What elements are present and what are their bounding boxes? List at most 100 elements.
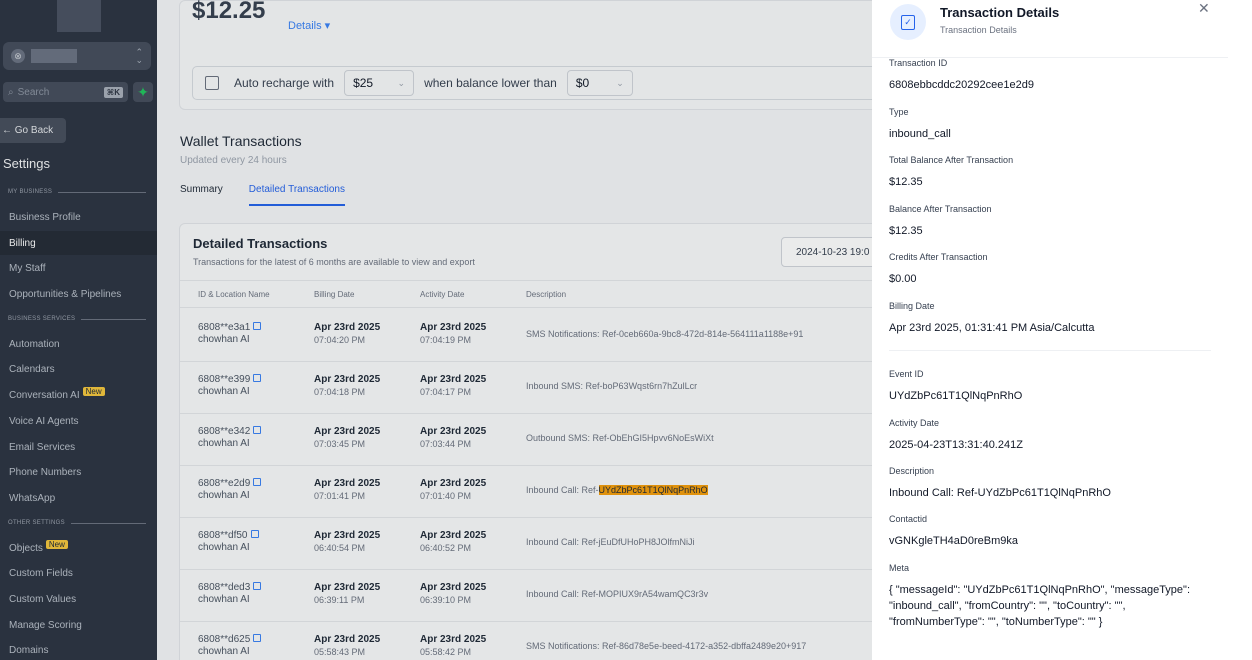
go-back-button[interactable]: ← Go Back <box>0 118 66 143</box>
table-header: ID & Location Name Billing Date Activity… <box>180 280 872 308</box>
threshold-select[interactable]: $0 ⌄ <box>566 70 633 96</box>
sidebar-item-calendars[interactable]: Calendars <box>0 357 157 381</box>
sidebar-item-voice-ai[interactable]: Voice AI Agents <box>0 409 157 433</box>
table-row[interactable]: 6808**e3a1 chowhan AI Apr 23rd 2025 07:04:… <box>180 310 872 362</box>
calendar-icon <box>205 76 219 90</box>
description-label: Description <box>889 466 935 476</box>
wallet-transactions-subtitle: Updated every 24 hours <box>180 155 287 166</box>
table-row[interactable]: 6808**e342 chowhan AI Apr 23rd 2025 07:03:… <box>180 414 872 466</box>
tab-summary[interactable]: Summary <box>180 184 223 206</box>
location-icon: ⊗ <box>11 49 25 63</box>
sidebar-item-phone-numbers[interactable]: Phone Numbers <box>0 460 157 484</box>
quick-add-button[interactable]: ✦ <box>133 82 153 102</box>
total-balance-label: Total Balance After Transaction <box>889 155 1014 165</box>
copy-icon[interactable] <box>253 478 262 486</box>
event-id-value: UYdZbPc61T1QlNqPnRhO <box>889 390 1023 402</box>
panel-title: Transaction Details <box>940 5 1060 20</box>
detailed-transactions-subtitle: Transactions for the latest of 6 months … <box>193 257 475 267</box>
type-value: inbound_call <box>889 128 951 140</box>
details-link[interactable]: Details ▾ <box>288 19 330 32</box>
search-input[interactable]: ⌕ Search ⌘K <box>3 82 128 102</box>
sidebar-item-whatsapp[interactable]: WhatsApp <box>0 486 157 510</box>
conversation-ai-label: Conversation AI <box>9 389 80 401</box>
sidebar-item-domains[interactable]: Domains <box>0 638 157 660</box>
activity-date-value: 2025-04-23T13:31:40.241Z <box>889 439 1023 451</box>
sidebar-item-custom-values[interactable]: Custom Values <box>0 587 157 611</box>
balance-value: $12.35 <box>889 225 923 237</box>
col-description: Description <box>526 290 567 299</box>
location-name-redacted <box>31 49 77 63</box>
transaction-id-label: Transaction ID <box>889 58 948 68</box>
contact-id-label: Contactid <box>889 514 928 524</box>
sidebar-item-my-staff[interactable]: My Staff <box>0 256 157 280</box>
tab-detailed-transactions[interactable]: Detailed Transactions <box>248 184 345 206</box>
copy-icon[interactable] <box>250 530 259 538</box>
sidebar-item-manage-scoring[interactable]: Manage Scoring <box>0 613 157 637</box>
panel-divider <box>889 350 1211 351</box>
sidebar-item-business-profile[interactable]: Business Profile <box>0 205 157 229</box>
meta-value: { "messageId": "UYdZbPc61T1QlNqPnRhO", "… <box>889 584 1191 628</box>
table-row-selected[interactable]: 6808**e2d9 chowhan AI Apr 23rd 2025 07:01:… <box>180 466 872 518</box>
type-label: Type <box>889 107 909 117</box>
sidebar-item-objects[interactable]: Objects New <box>0 536 157 560</box>
contact-id-value: vGNKgleTH4aD0reBm9ka <box>889 535 1018 547</box>
table-row[interactable]: 6808**ded3 chowhan AI Apr 23rd 2025 06:39:… <box>180 570 872 622</box>
copy-icon[interactable] <box>253 634 262 642</box>
meta-label: Meta <box>889 563 910 573</box>
recharge-amount-select[interactable]: $25 ⌄ <box>344 70 415 96</box>
clipboard-check-icon: ✓ <box>901 14 915 30</box>
close-icon[interactable]: ✕ <box>1198 0 1210 17</box>
transaction-id-value: 6808ebbcddc20292cee1e2d9 <box>889 79 1034 91</box>
sidebar-item-custom-fields[interactable]: Custom Fields <box>0 561 157 585</box>
sidebar-item-email-services[interactable]: Email Services <box>0 435 157 459</box>
event-id-label: Event ID <box>889 369 924 379</box>
auto-recharge-row: Auto recharge with $25 ⌄ when balance low… <box>192 66 872 100</box>
copy-icon[interactable] <box>253 374 262 382</box>
credits-value: $0.00 <box>889 273 917 285</box>
sidebar-item-automation[interactable]: Automation <box>0 332 157 356</box>
main-content: $12.25 Details ▾ Auto recharge with $25 ⌄… <box>157 0 872 660</box>
date-range-picker[interactable]: 2024-10-23 19:0 <box>781 237 872 267</box>
copy-icon[interactable] <box>253 582 262 590</box>
search-row: ⌕ Search ⌘K ✦ <box>3 82 153 102</box>
transaction-icon-wrap: ✓ <box>890 4 926 40</box>
transaction-tabs: Summary Detailed Transactions <box>180 184 345 206</box>
col-billing-date: Billing Date <box>314 290 355 299</box>
section-business-services: BUSINESS SERVICES <box>8 316 146 322</box>
search-shortcut: ⌘K <box>103 86 123 98</box>
transaction-details-panel: ✓ Transaction Details Transaction Detail… <box>872 0 1252 660</box>
section-other-settings: OTHER SETTINGS <box>8 520 146 526</box>
sidebar-item-billing[interactable]: Billing <box>0 231 157 255</box>
new-badge: New <box>45 539 68 549</box>
credits-label: Credits After Transaction <box>889 252 988 262</box>
search-placeholder: Search <box>17 86 50 98</box>
col-activity-date: Activity Date <box>420 290 465 299</box>
detailed-transactions-title: Detailed Transactions <box>193 236 328 251</box>
company-logo[interactable] <box>57 0 101 32</box>
wallet-balance-card: $12.25 Details ▾ Auto recharge with $25 ⌄… <box>179 0 872 110</box>
sidebar-item-opportunities[interactable]: Opportunities & Pipelines <box>0 282 157 306</box>
total-balance-value: $12.35 <box>889 176 923 188</box>
detailed-transactions-card: Detailed Transactions Transactions for t… <box>179 223 872 660</box>
recharge-prefix: Auto recharge with <box>234 76 335 90</box>
copy-icon[interactable] <box>253 426 262 434</box>
table-row[interactable]: 6808**e399 chowhan AI Apr 23rd 2025 07:04:… <box>180 362 872 414</box>
location-switcher[interactable]: ⊗ ⌃ ⌄ <box>3 42 151 70</box>
panel-header: ✓ Transaction Details Transaction Detail… <box>872 0 1228 58</box>
chevron-updown-icon: ⌃ ⌄ <box>135 47 143 65</box>
objects-label: Objects <box>9 542 43 554</box>
highlighted-ref: UYdZbPc61T1QlNqPnRhO <box>598 485 708 495</box>
description-value: Inbound Call: Ref-UYdZbPc61T1QlNqPnRhO <box>889 487 1111 499</box>
sidebar: ⊗ ⌃ ⌄ ⌕ Search ⌘K ✦ ← Go Back Settings MY… <box>0 0 157 660</box>
new-badge: New <box>82 386 105 396</box>
sidebar-item-conversation-ai[interactable]: Conversation AI New <box>0 383 157 407</box>
panel-subtitle: Transaction Details <box>940 25 1017 35</box>
billing-date-value: Apr 23rd 2025, 01:31:41 PM Asia/Calcutta <box>889 322 1095 334</box>
activity-date-label: Activity Date <box>889 418 940 428</box>
billing-date-label: Billing Date <box>889 301 935 311</box>
table-row[interactable]: 6808**df50 chowhan AI Apr 23rd 2025 06:40:… <box>180 518 872 570</box>
section-my-business: MY BUSINESS <box>8 189 146 195</box>
recharge-mid: when balance lower than <box>424 76 557 90</box>
copy-icon[interactable] <box>253 322 262 330</box>
table-row[interactable]: 6808**d625 chowhan AI Apr 23rd 2025 05:58:… <box>180 622 872 660</box>
